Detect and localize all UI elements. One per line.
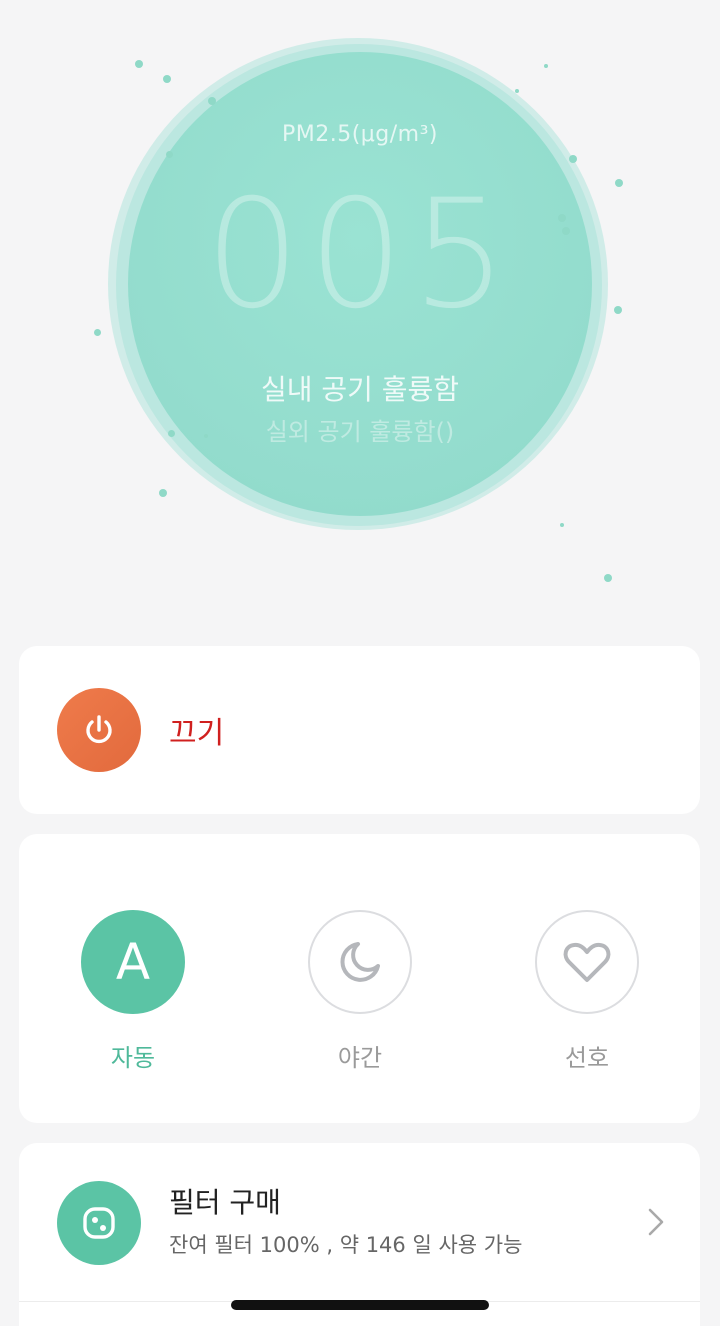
particle-dot xyxy=(544,64,548,68)
mode-night[interactable]: 야간 xyxy=(308,910,412,1073)
indoor-status: 실내 공기 훌륭함 xyxy=(260,373,460,406)
mode-auto-label: 자동 xyxy=(110,1044,156,1072)
power-label[interactable]: 끄기 xyxy=(169,708,224,752)
particle-dot xyxy=(604,574,612,582)
particle-dot xyxy=(166,151,173,158)
particle-dot xyxy=(159,489,167,497)
particle-dot xyxy=(569,155,577,163)
app-screen: PM2.5(μg/m³) 005 실내 공기 훌륭함 실외 공기 훌륭함() 끄… xyxy=(0,0,720,1326)
particle-dot xyxy=(208,97,216,105)
mode-auto-button[interactable]: A xyxy=(81,910,185,1014)
filter-title: 필터 구매 xyxy=(169,1186,281,1219)
particle-dot xyxy=(135,60,143,68)
particle-dot xyxy=(163,75,171,83)
air-quality-hero: PM2.5(μg/m³) 005 실내 공기 훌륭함 실외 공기 훌륭함() xyxy=(0,0,720,620)
heart-icon xyxy=(563,942,611,982)
mode-favorite[interactable]: 선호 xyxy=(535,910,639,1073)
filter-icon-badge xyxy=(57,1181,141,1265)
filter-status: 잔여 필터 100% , 약 146 일 사용 가능 xyxy=(169,1233,523,1257)
power-button[interactable] xyxy=(57,688,141,772)
filter-card[interactable]: 필터 구매 잔여 필터 100% , 약 146 일 사용 가능 xyxy=(19,1143,700,1326)
mode-favorite-button[interactable] xyxy=(535,910,639,1014)
pm-value: 005 xyxy=(204,168,516,342)
mode-card: A 자동 야간 선호 xyxy=(19,834,700,1123)
particle-dot xyxy=(515,89,519,93)
mode-auto[interactable]: A 자동 xyxy=(81,910,185,1073)
power-card: 끄기 xyxy=(19,646,700,814)
mode-night-label: 야간 xyxy=(337,1044,383,1072)
outdoor-status: 실외 공기 훌륭함() xyxy=(265,418,455,446)
moon-icon xyxy=(340,942,380,982)
particle-dot xyxy=(560,523,564,527)
auto-a-icon: A xyxy=(115,933,151,991)
home-indicator[interactable] xyxy=(231,1300,489,1310)
mode-favorite-label: 선호 xyxy=(564,1044,610,1072)
mode-night-button[interactable] xyxy=(308,910,412,1014)
filter-icon xyxy=(83,1207,115,1239)
power-icon xyxy=(86,715,112,744)
pm-unit-label: PM2.5(μg/m³) xyxy=(281,122,439,147)
chevron-right-icon[interactable] xyxy=(646,1205,666,1239)
